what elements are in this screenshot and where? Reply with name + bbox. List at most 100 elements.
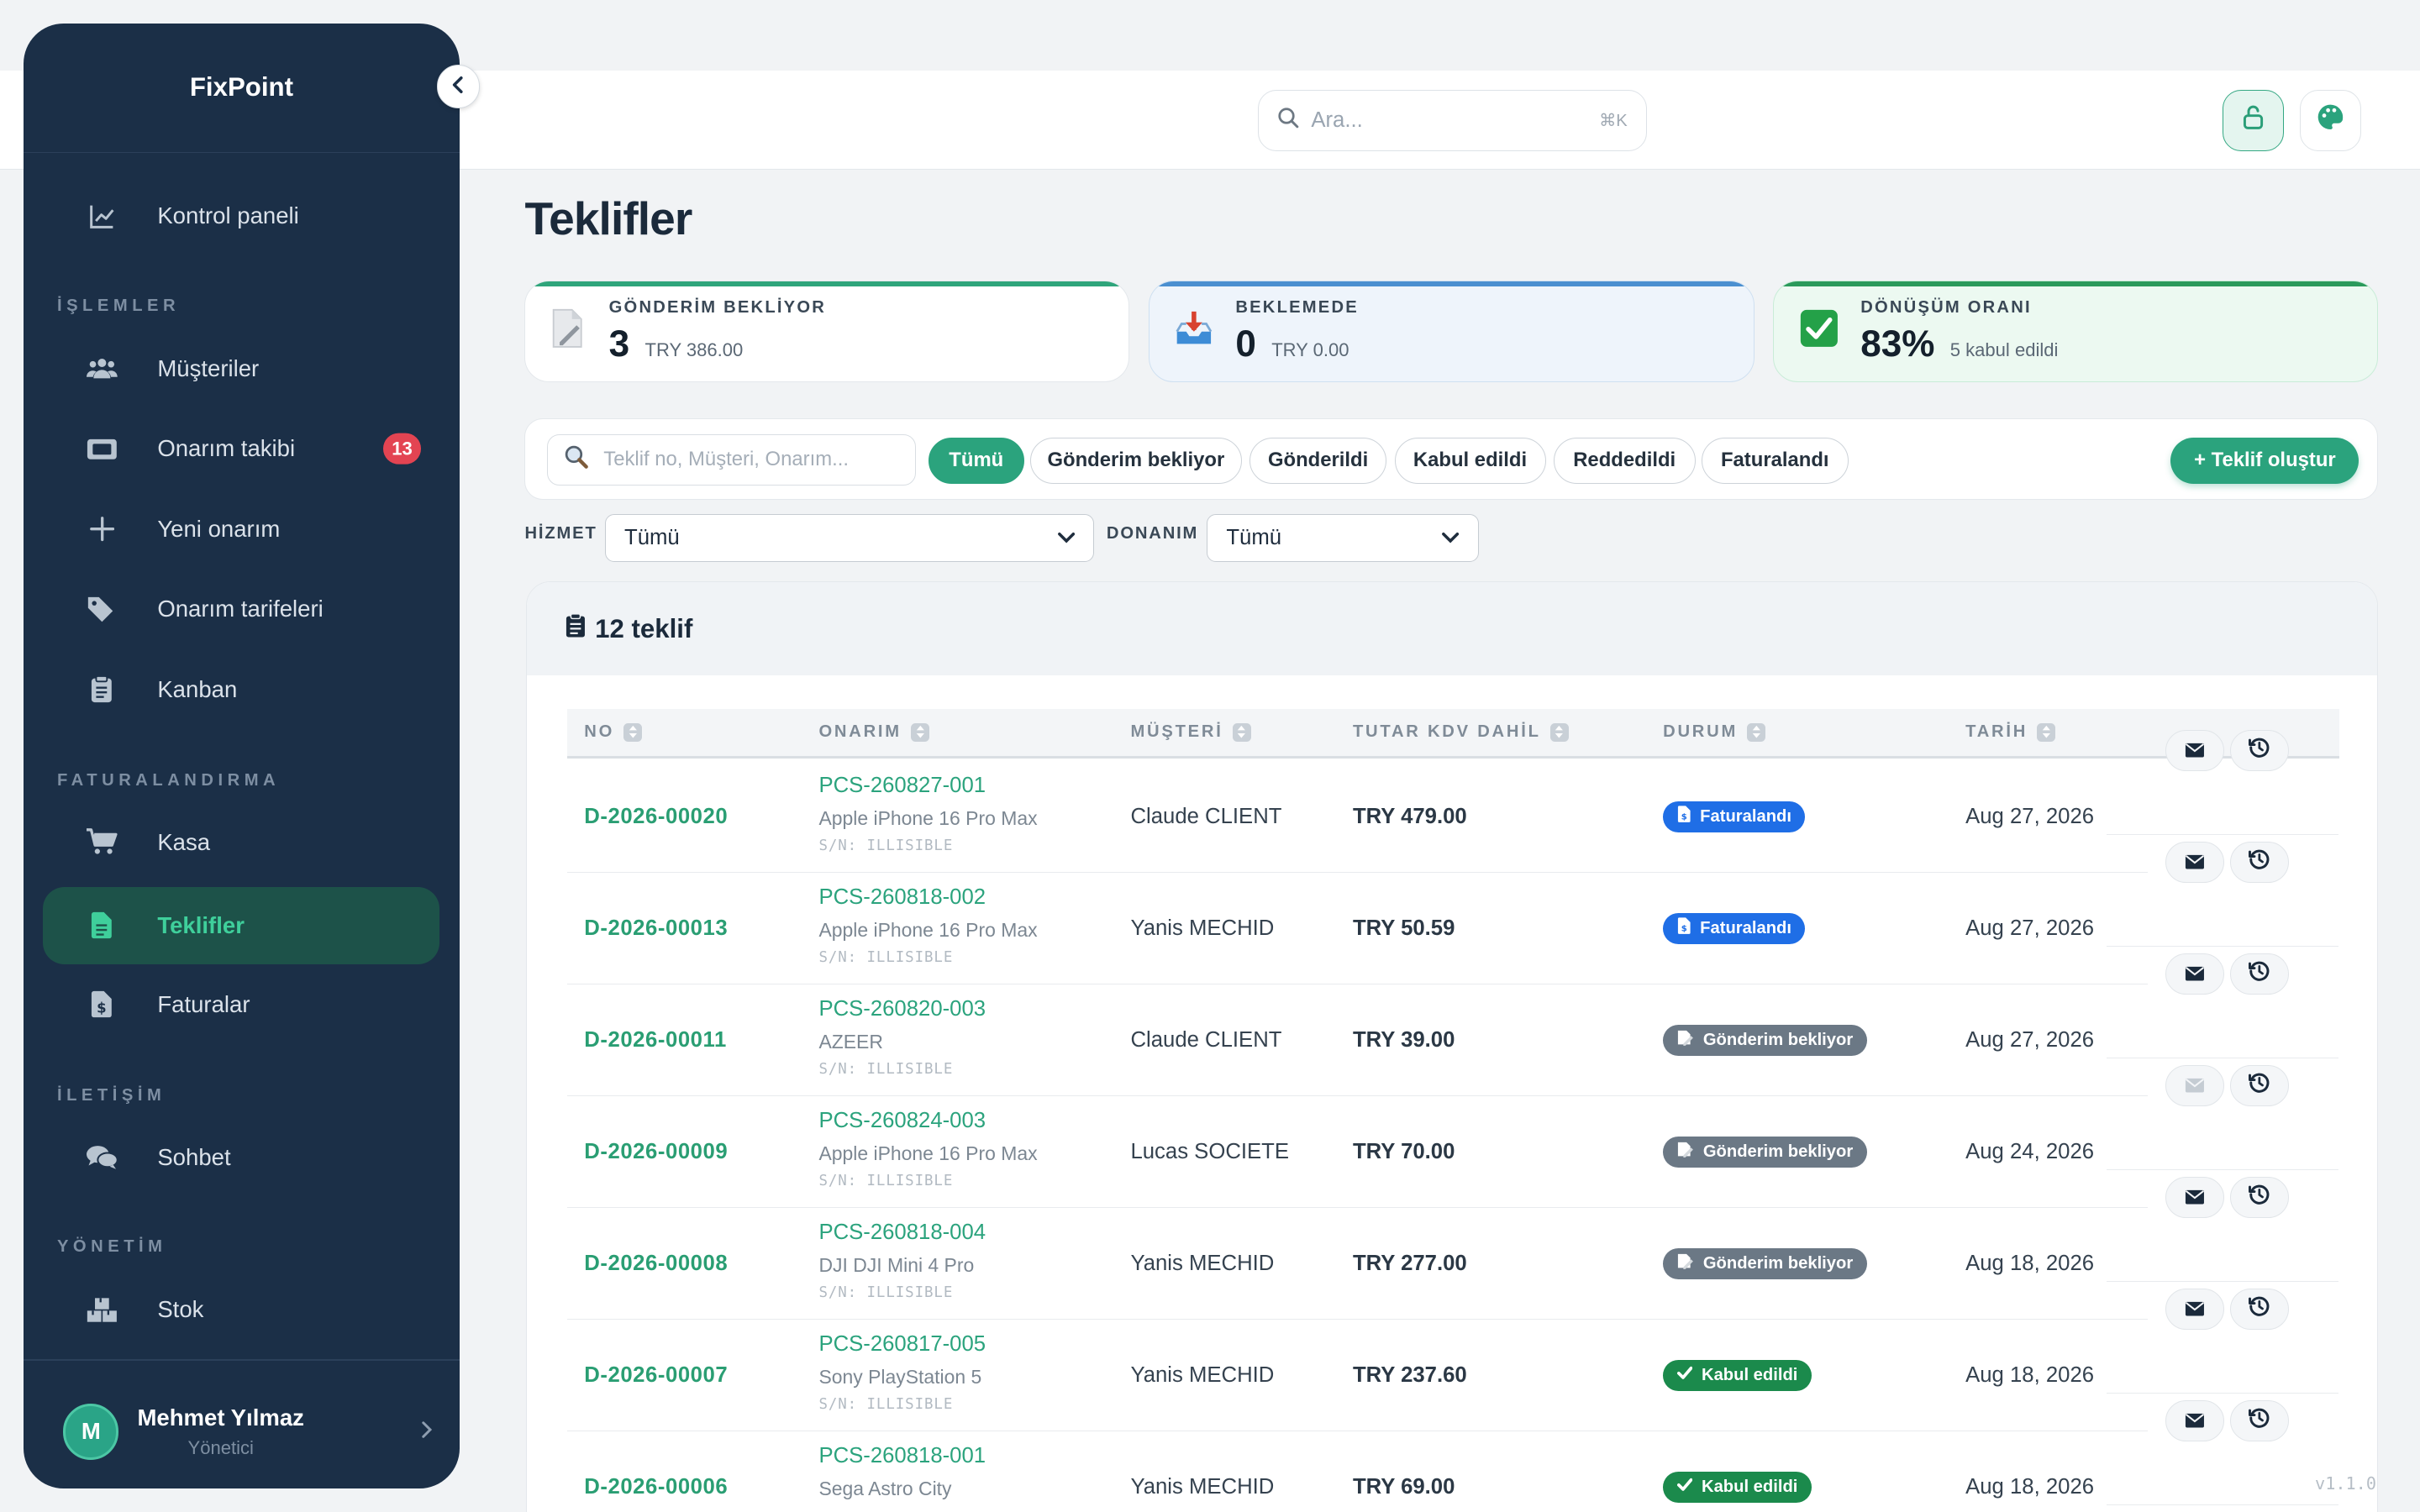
quote-search-input[interactable]: Teklif no, Müşteri, Onarım...	[547, 434, 917, 486]
customer-name: Yanis MECHID	[1130, 1362, 1275, 1387]
sidebar-item-kasa[interactable]: Kasa	[43, 804, 439, 881]
sidebar-item-faturalar[interactable]: $ Faturalar	[43, 966, 439, 1043]
table-row[interactable]: D-2026-00009 PCS-260824-003 Apple iPhone 1…	[567, 1096, 2148, 1208]
quote-number-link[interactable]: D-2026-00013	[584, 873, 728, 984]
repair-cell: PCS-260818-002 Apple iPhone 16 Pro Max S/N…	[818, 885, 1037, 966]
quotes-card-header: 12 teklif	[527, 582, 2378, 675]
column-header-musteri[interactable]: MÜŞTERİ	[1130, 709, 1251, 755]
envelope-icon	[2185, 1406, 2205, 1435]
sidebar-item-teklifler[interactable]: Teklifler	[43, 887, 440, 964]
repair-code-link[interactable]: PCS-260818-002	[818, 885, 1037, 910]
send-email-button[interactable]	[2165, 1288, 2224, 1331]
theme-button[interactable]	[2299, 89, 2362, 151]
repair-code-link[interactable]: PCS-260818-004	[818, 1221, 986, 1245]
repair-code-link[interactable]: PCS-260818-001	[818, 1444, 986, 1468]
sidebar-item-onarim-takibi[interactable]: Onarım takibi 13	[43, 411, 439, 488]
history-button[interactable]	[2230, 1288, 2289, 1331]
create-quote-button[interactable]: + Teklif oluştur	[2170, 437, 2360, 484]
amount: TRY 277.00	[1352, 1251, 1467, 1275]
status-label: Kabul edildi	[1702, 1365, 1798, 1384]
sidebar-item-label: Kontrol paneli	[157, 202, 299, 229]
chip-kabul-edildi[interactable]: Kabul edildi	[1394, 437, 1546, 484]
stat-label: DÖNÜŞÜM ORANI	[1860, 297, 2032, 317]
svg-text:$: $	[1681, 813, 1686, 822]
ticket-icon	[87, 438, 118, 460]
chip-faturalandi[interactable]: Faturalandı	[1702, 437, 1849, 484]
send-email-button[interactable]	[2165, 1399, 2224, 1442]
table-row[interactable]: D-2026-00007 PCS-260817-005 Sony PlayStati…	[567, 1320, 2148, 1431]
column-header-tutar[interactable]: TUTAR KDV DAHİL	[1353, 709, 1569, 755]
send-email-button[interactable]	[2165, 953, 2224, 995]
table-row[interactable]: D-2026-00011 PCS-260820-003 AZEER S/N: ILLI…	[567, 984, 2148, 1096]
row-actions	[2107, 1058, 2338, 1170]
quote-count: 12 teklif	[595, 613, 693, 643]
table-row[interactable]: D-2026-00008 PCS-260818-004 DJI DJI Mini 4…	[567, 1208, 2148, 1320]
column-header-durum[interactable]: DURUM	[1663, 709, 1766, 755]
repair-code-link[interactable]: PCS-260824-003	[818, 1109, 1037, 1133]
donanim-select[interactable]: Tümü	[1207, 513, 1479, 562]
sidebar-collapse-button[interactable]	[436, 65, 481, 108]
stat-sub: 5 kabul edildi	[1949, 339, 2059, 361]
status-cell: Kabul edildi	[1663, 1320, 1812, 1431]
sidebar-item-sohbet[interactable]: Sohbet	[43, 1119, 439, 1196]
global-search[interactable]: Ara... ⌘K	[1257, 89, 1647, 151]
repair-cell: PCS-260817-005 Sony PlayStation 5 S/N: ILL…	[818, 1332, 986, 1413]
chevron-right-icon	[421, 1417, 434, 1446]
history-button[interactable]	[2230, 1176, 2289, 1219]
status-label: Kabul edildi	[1702, 1477, 1798, 1496]
device-name: Sony PlayStation 5	[818, 1366, 982, 1389]
status-label: Faturalandı	[1700, 807, 1791, 827]
sidebar-item-kanban[interactable]: Kanban	[43, 651, 439, 728]
chip-gonderim-bekliyor[interactable]: Gönderim bekliyor	[1030, 437, 1242, 484]
quote-number-link[interactable]: D-2026-00007	[584, 1320, 728, 1431]
stat-card-gonderim-bekliyor: GÖNDERİM BEKLİYOR 3 TRY 386.00	[524, 281, 1130, 383]
table-row[interactable]: D-2026-00006 PCS-260818-001 Sega Astro Cit…	[567, 1431, 2148, 1512]
column-header-tarih[interactable]: TARİH	[1965, 709, 2056, 755]
quote-number-link[interactable]: D-2026-00020	[584, 761, 728, 872]
chip-tumu[interactable]: Tümü	[928, 437, 1024, 484]
send-email-button[interactable]	[2165, 1176, 2224, 1219]
quote-number-link[interactable]: D-2026-00009	[584, 1096, 728, 1207]
quote-date: Aug 27, 2026	[1965, 916, 2095, 941]
column-header-no[interactable]: NO	[584, 709, 643, 755]
quote-number-link[interactable]: D-2026-00006	[584, 1431, 728, 1512]
app-logo[interactable]: FixPoint	[23, 24, 460, 153]
history-button[interactable]	[2230, 1399, 2289, 1442]
sidebar-item-onarim-tarifeleri[interactable]: Onarım tarifeleri	[43, 571, 439, 648]
table-row[interactable]: D-2026-00013 PCS-260818-002 Apple iPhone 1…	[567, 873, 2148, 984]
sidebar-item-stok[interactable]: Stok	[43, 1271, 439, 1348]
amount: TRY 237.60	[1352, 1362, 1467, 1387]
repair-code-link[interactable]: PCS-260827-001	[818, 774, 1037, 798]
sidebar-item-label: Kasa	[157, 828, 211, 855]
sort-icon	[623, 722, 643, 742]
repair-code-link[interactable]: PCS-260817-005	[818, 1332, 986, 1357]
envelope-icon	[2185, 959, 2205, 988]
customer-name: Yanis MECHID	[1130, 1474, 1275, 1499]
chip-gonderildi[interactable]: Gönderildi	[1249, 437, 1387, 484]
history-button[interactable]	[2230, 1064, 2289, 1107]
sidebar-item-musteriler[interactable]: Müşteriler	[43, 330, 439, 407]
hizmet-select[interactable]: Tümü	[604, 513, 1095, 562]
table-row[interactable]: D-2026-00020 PCS-260827-001 Apple iPhone 1…	[567, 761, 2148, 873]
quote-date: Aug 18, 2026	[1965, 1474, 2095, 1499]
history-button[interactable]	[2230, 953, 2289, 995]
sidebar-item-label: Müşteriler	[157, 354, 260, 381]
sidebar-item-yeni-onarim[interactable]: Yeni onarım	[43, 491, 439, 568]
quote-number-link[interactable]: D-2026-00011	[584, 984, 727, 1095]
quote-number-link[interactable]: D-2026-00008	[584, 1208, 728, 1319]
column-label: TARİH	[1965, 722, 2028, 742]
row-actions	[2107, 1282, 2338, 1394]
customer-name: Lucas SOCIETE	[1130, 1140, 1290, 1164]
lock-button[interactable]	[2222, 89, 2285, 151]
send-email-button[interactable]	[2165, 729, 2224, 772]
sort-icon	[1549, 722, 1569, 742]
user-profile[interactable]: M Mehmet Yılmaz Yönetici	[63, 1394, 434, 1471]
chip-reddedildi[interactable]: Reddedildi	[1553, 437, 1696, 484]
sidebar-item-kontrol-paneli[interactable]: Kontrol paneli	[43, 177, 439, 255]
row-actions	[2107, 947, 2338, 1058]
history-button[interactable]	[2230, 729, 2289, 772]
repair-code-link[interactable]: PCS-260820-003	[818, 997, 986, 1021]
history-button[interactable]	[2230, 841, 2289, 884]
column-header-onarim[interactable]: ONARIM	[818, 709, 929, 755]
send-email-button[interactable]	[2165, 841, 2224, 884]
